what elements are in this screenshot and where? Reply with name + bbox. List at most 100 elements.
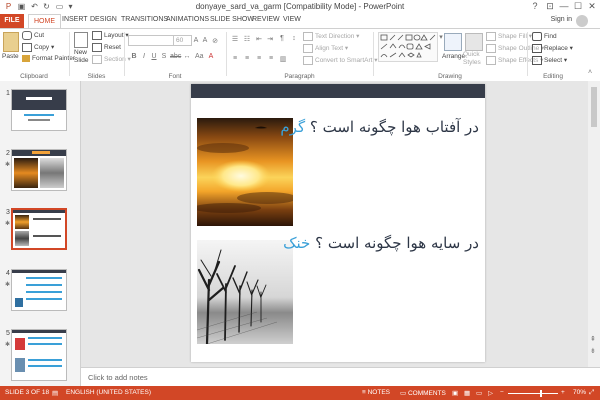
slide-thumbnail-4[interactable] [11, 269, 67, 311]
thumb-image [15, 298, 23, 307]
align-right-icon[interactable]: ≡ [255, 55, 263, 62]
decrease-font-icon[interactable]: A [201, 37, 209, 44]
decrease-indent-icon[interactable]: ⇤ [255, 35, 263, 43]
animation-star-icon: ✱ [5, 342, 11, 348]
columns-icon[interactable]: ▥ [279, 55, 287, 63]
font-name-box[interactable] [128, 35, 174, 46]
rtl-icon[interactable]: ¶ [278, 35, 286, 42]
previous-slide-icon[interactable]: ⇞ [590, 335, 596, 343]
ribbon-tabs: FILE HOME INSERT DESIGN TRANSITIONS ANIM… [0, 14, 600, 29]
minimize-button[interactable]: — [557, 1, 571, 12]
help-button[interactable]: ? [528, 1, 542, 12]
slideshow-view-icon[interactable]: ▷ [488, 389, 493, 397]
normal-view-icon[interactable]: ▣ [452, 389, 458, 397]
line-spacing-icon[interactable]: ↕ [290, 35, 298, 42]
justify-icon[interactable]: ≡ [267, 55, 275, 62]
next-slide-icon[interactable]: ⇟ [590, 347, 596, 355]
current-slide[interactable]: در آفتاب هوا چگونه است ؟ گرم در سایه هوا… [191, 84, 485, 362]
shape-fill-button[interactable]: Shape Fill ▾ [486, 32, 532, 41]
bold-icon[interactable]: B [130, 53, 138, 60]
vertical-scrollbar[interactable]: ⇞ ⇟ [588, 81, 600, 367]
increase-font-icon[interactable]: A [192, 37, 200, 44]
ribbon-display-options-button[interactable]: ⊡ [543, 1, 557, 12]
reading-view-icon[interactable]: ▭ [476, 389, 482, 397]
zoom-slider[interactable] [508, 393, 558, 394]
zoom-out-icon[interactable]: − [500, 389, 504, 396]
find-button[interactable]: Find [532, 32, 557, 41]
tab-animations[interactable]: ANIMATIONS [166, 16, 209, 23]
thumb-title-line [32, 151, 50, 154]
new-slide-button[interactable]: New Slide [74, 49, 88, 65]
quick-styles-button[interactable]: Quick Styles [463, 51, 483, 67]
shadow-icon[interactable]: S [160, 53, 168, 60]
slide-thumbnail-3[interactable] [11, 208, 67, 250]
slide-line-shade[interactable]: در سایه هوا چگونه است ؟ خنک [283, 234, 479, 252]
fit-to-window-icon[interactable]: ⤢ [589, 389, 594, 397]
sign-in-link[interactable]: Sign in [551, 16, 572, 23]
tab-slide-show[interactable]: SLIDE SHOW [210, 16, 254, 23]
font-color-icon[interactable]: A [207, 53, 215, 60]
thumb-text-line [26, 277, 62, 279]
language-indicator[interactable]: ENGLISH (UNITED STATES) [66, 389, 151, 396]
text-direction-button[interactable]: Text Direction ▾ [303, 32, 359, 41]
cut-button[interactable]: Cut [22, 31, 44, 40]
zoom-slider-thumb[interactable] [540, 390, 542, 397]
select-button[interactable]: Select ▾ [532, 56, 567, 65]
slide-header-band [191, 84, 485, 98]
slide-thumbnails-pane[interactable]: 1 2 ✱ 3 ✱ 4 ✱ 5 ✱ [0, 81, 81, 386]
arrange-icon[interactable] [444, 33, 462, 51]
slide-line-sun[interactable]: در آفتاب هوا چگونه است ؟ گرم [280, 118, 479, 136]
notes-pane[interactable]: Click to add notes [81, 367, 600, 387]
align-text-icon [303, 44, 313, 53]
notes-button[interactable]: ≡ NOTES [362, 389, 390, 396]
clear-format-icon[interactable]: ⊘ [211, 37, 219, 45]
char-spacing-icon[interactable]: ↔ [183, 53, 191, 60]
copy-button[interactable]: Copy ▾ [22, 43, 54, 52]
comments-button[interactable]: ▭ COMMENTS [400, 389, 446, 397]
replace-button[interactable]: Replace ▾ [532, 44, 573, 53]
tab-transitions[interactable]: TRANSITIONS [121, 16, 168, 23]
new-slide-icon[interactable] [74, 32, 88, 48]
slide-thumbnail-2[interactable] [11, 149, 67, 191]
underline-icon[interactable]: U [150, 53, 158, 60]
shapes-gallery[interactable] [378, 32, 438, 62]
bullets-icon[interactable]: ☰ [231, 35, 239, 43]
tab-home[interactable]: HOME [28, 14, 61, 29]
sunset-image[interactable] [197, 118, 293, 226]
paste-icon[interactable] [3, 32, 19, 52]
arrange-button[interactable]: Arrange [442, 53, 465, 60]
convert-smartart-button[interactable]: Convert to SmartArt ▾ [303, 56, 378, 65]
reset-button[interactable]: Reset [92, 43, 121, 52]
zoom-level[interactable]: 70% [573, 389, 586, 396]
tab-insert[interactable]: INSERT [62, 16, 88, 23]
avatar[interactable] [576, 15, 588, 27]
strikethrough-icon[interactable]: abc [170, 53, 181, 60]
slide-thumbnail-1[interactable] [11, 89, 67, 131]
format-painter-button[interactable]: Format Painter [22, 55, 75, 62]
quick-styles-icon[interactable] [465, 33, 483, 51]
tab-view[interactable]: VIEW [283, 16, 301, 23]
tab-review[interactable]: REVIEW [252, 16, 280, 23]
shade-trees-image[interactable] [197, 240, 293, 344]
align-left-icon[interactable]: ≡ [231, 55, 239, 62]
tab-file[interactable]: FILE [0, 14, 24, 28]
thumb-text-line [26, 298, 62, 300]
collapse-ribbon-icon[interactable]: ˄ [586, 69, 594, 76]
change-case-icon[interactable]: Aa [195, 53, 204, 60]
slides-group-label: Slides [87, 73, 106, 80]
slide-sorter-icon[interactable]: ▦ [464, 389, 470, 397]
close-button[interactable]: ✕ [585, 1, 599, 12]
maximize-button[interactable]: ☐ [571, 1, 585, 12]
font-size-box[interactable]: 60 [173, 35, 192, 46]
zoom-in-icon[interactable]: + [561, 389, 565, 396]
increase-indent-icon[interactable]: ⇥ [266, 35, 274, 43]
scrollbar-thumb[interactable] [591, 87, 597, 127]
tab-design[interactable]: DESIGN [90, 16, 117, 23]
slide-thumbnail-5[interactable] [11, 329, 67, 381]
spelling-icon[interactable]: ▤ [52, 389, 58, 397]
paste-button[interactable]: Paste [2, 53, 19, 60]
italic-icon[interactable]: I [140, 53, 148, 60]
numbering-icon[interactable]: ☷ [243, 35, 251, 43]
align-center-icon[interactable]: ≡ [243, 55, 251, 62]
align-text-button[interactable]: Align Text ▾ [303, 44, 348, 53]
